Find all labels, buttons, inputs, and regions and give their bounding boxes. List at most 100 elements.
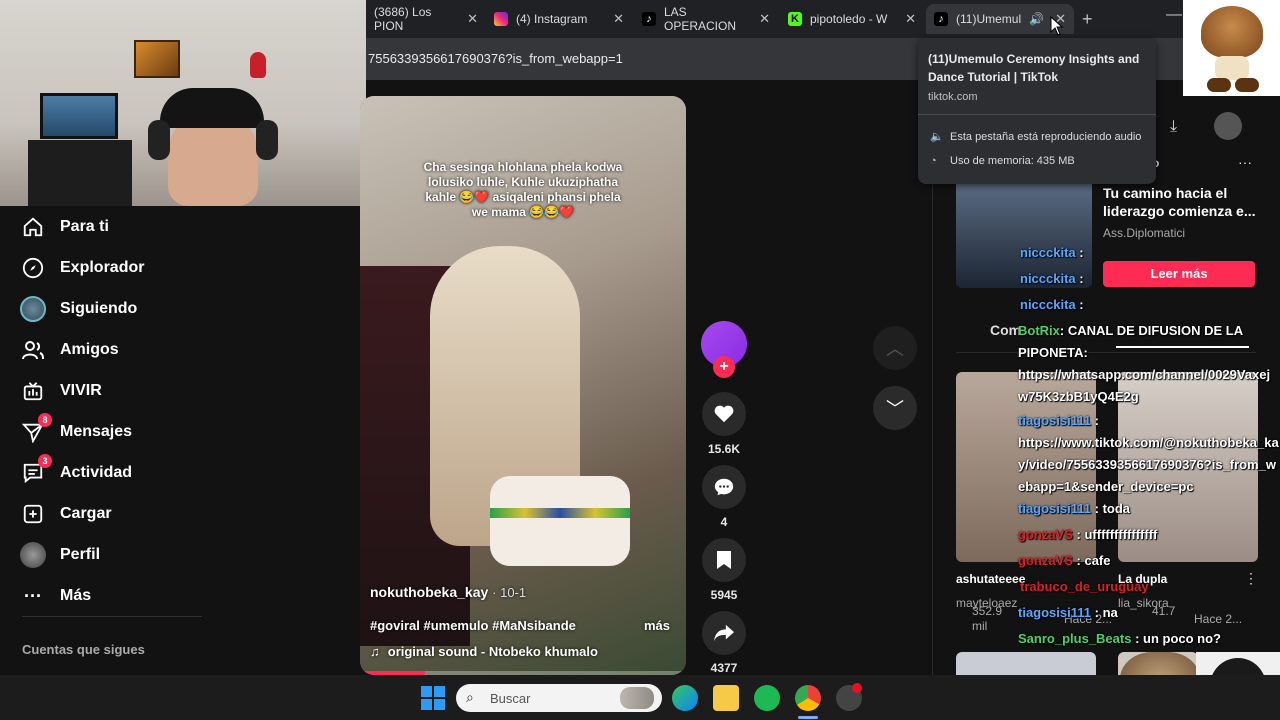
video-date: · 10-1 bbox=[492, 585, 527, 600]
tab-instagram[interactable]: (4) Instagram ✕ bbox=[486, 4, 632, 34]
sidebar-item-label: Actividad bbox=[60, 464, 133, 481]
likes-count: 15.6K bbox=[707, 442, 741, 456]
video-hashtags[interactable]: #goviral #umemulo #MaNsibande bbox=[370, 618, 576, 633]
more-options-icon[interactable]: ··· bbox=[1238, 154, 1252, 170]
save-button[interactable] bbox=[702, 538, 746, 582]
sidebar-item-para-ti[interactable]: Para ti bbox=[20, 214, 109, 240]
related-video-thumbnail[interactable] bbox=[956, 652, 1096, 675]
sidebar-item-siguiendo[interactable]: Siguiendo bbox=[20, 296, 137, 322]
taskbar: ⌕ Buscar bbox=[0, 675, 1280, 720]
spotify-icon[interactable] bbox=[754, 685, 780, 711]
sidebar-item-mas[interactable]: ··· Más bbox=[20, 583, 91, 609]
sidebar-item-vivir[interactable]: VIVIR bbox=[20, 378, 102, 404]
tv-screen bbox=[40, 93, 118, 139]
tab-comments[interactable]: Com bbox=[990, 322, 1021, 338]
tooltip-domain: tiktok.com bbox=[928, 91, 978, 103]
speaker-icon[interactable]: 🔊 bbox=[1029, 12, 1044, 26]
close-icon[interactable]: ✕ bbox=[613, 11, 624, 27]
friends-icon bbox=[20, 337, 46, 363]
edge-browser-icon[interactable] bbox=[672, 685, 698, 711]
chat-message: https://www.tiktok.com/@nokuthobeka_kay/… bbox=[1018, 432, 1280, 498]
read-more-button[interactable]: Leer más bbox=[1103, 261, 1255, 287]
tab-title: LAS OPERACION bbox=[664, 5, 737, 33]
sidebar-item-label: Explorador bbox=[60, 259, 145, 276]
chat-message: niccckita : bbox=[1020, 245, 1084, 260]
tab-hover-card: (11)Umemulo Ceremony Insights and Dance … bbox=[918, 38, 1156, 184]
chat-text: https://whatsapp.com/channel/0029Vaxejw7… bbox=[1018, 367, 1271, 404]
tab-kick[interactable]: K pipotoledo - W ✕ bbox=[780, 4, 924, 34]
comments-count: 4 bbox=[720, 515, 728, 529]
app-icon[interactable] bbox=[836, 683, 862, 711]
video-author[interactable]: nokuthobeka_kay · 10-1 bbox=[370, 584, 526, 600]
comment-icon bbox=[714, 478, 734, 496]
windows-start-icon[interactable] bbox=[420, 685, 446, 711]
sidebar-item-explorador[interactable]: Explorador bbox=[20, 255, 144, 281]
close-icon[interactable]: ✕ bbox=[759, 11, 770, 27]
sidebar-item-cargar[interactable]: Cargar bbox=[20, 501, 112, 527]
sidebar-item-mensajes[interactable]: 8 Mensajes bbox=[20, 413, 132, 445]
chat-username: niccckita bbox=[1020, 245, 1076, 260]
chat-username: niccckita bbox=[1020, 271, 1076, 286]
headphone-icon bbox=[148, 120, 170, 160]
next-video-button[interactable]: ﹀ bbox=[873, 386, 917, 430]
sidebar-item-amigos[interactable]: Amigos bbox=[20, 337, 119, 363]
share-arrow-icon bbox=[714, 624, 734, 642]
search-icon: ⌕ bbox=[466, 689, 474, 705]
chat-message: https://whatsapp.com/channel/0029Vaxejw7… bbox=[1018, 364, 1280, 408]
messages-icon: 8 bbox=[20, 413, 52, 445]
like-button[interactable] bbox=[702, 392, 746, 436]
mouse-cursor-icon bbox=[1050, 15, 1064, 41]
webcam-overlay bbox=[0, 0, 366, 206]
chat-text: : bbox=[1094, 413, 1099, 428]
download-icon[interactable]: ⤓ bbox=[1170, 118, 1177, 136]
chat-username: tiagosisi111 bbox=[1018, 501, 1091, 516]
close-icon[interactable]: ✕ bbox=[467, 11, 478, 27]
share-button[interactable] bbox=[702, 611, 746, 655]
sidebar-item-label: Siguiendo bbox=[60, 300, 138, 317]
comment-button[interactable] bbox=[702, 465, 746, 509]
file-explorer-icon[interactable] bbox=[713, 685, 739, 711]
sidebar-item-actividad[interactable]: 3 Actividad bbox=[20, 454, 133, 486]
related-video-date: Hace 2... bbox=[1194, 612, 1243, 626]
search-highlight-image bbox=[620, 687, 654, 709]
sidebar-item-perfil[interactable]: Perfil bbox=[20, 542, 100, 568]
video-skirt bbox=[490, 476, 630, 566]
goomba-head bbox=[1201, 6, 1263, 58]
previous-video-button[interactable]: ︿ bbox=[873, 326, 917, 370]
user-avatar[interactable] bbox=[1214, 112, 1242, 140]
goomba-foot bbox=[1235, 78, 1259, 92]
chat-text: : ufffffffffffffff bbox=[1076, 527, 1158, 542]
related-video-user[interactable]: ashutateeee bbox=[956, 572, 1025, 586]
sidebar: Para ti Explorador Siguiendo Amigos VIVI… bbox=[0, 206, 360, 675]
more-options-icon[interactable]: ⋮ bbox=[1244, 570, 1258, 587]
activity-icon: 3 bbox=[20, 454, 52, 486]
taskbar-search-box[interactable]: ⌕ Buscar bbox=[456, 684, 662, 712]
following-heading: Cuentas que sigues bbox=[22, 642, 145, 657]
ad-sponsor: Ass.Diplomatici bbox=[1103, 226, 1186, 240]
new-tab-button[interactable]: + bbox=[1082, 9, 1093, 30]
sidebar-item-label: Más bbox=[60, 587, 92, 604]
tab-title: (11)Umemul bbox=[956, 12, 1022, 26]
url-text[interactable]: 7556339356617690376?is_from_webapp=1 bbox=[368, 51, 623, 66]
sidebar-item-label: VIVIR bbox=[60, 382, 102, 399]
follow-plus-button[interactable]: + bbox=[713, 356, 735, 378]
more-link[interactable]: más bbox=[644, 618, 670, 633]
divider bbox=[22, 616, 202, 617]
close-icon[interactable]: ✕ bbox=[905, 11, 916, 27]
chat-username: gonzaVS bbox=[1018, 553, 1073, 568]
author-name[interactable]: nokuthobeka_kay bbox=[370, 584, 488, 600]
chat-message: niccckita : bbox=[1020, 271, 1084, 286]
chat-text: : cafe bbox=[1076, 553, 1111, 568]
video-beadwork bbox=[490, 508, 630, 518]
more-icon: ··· bbox=[24, 585, 42, 606]
tab-tiktok-operaciones[interactable]: ♪ LAS OPERACION ✕ bbox=[634, 4, 778, 34]
ad-title[interactable]: Tu camino hacia el liderazgo comienza e.… bbox=[1103, 184, 1258, 220]
chrome-icon[interactable] bbox=[795, 685, 821, 711]
minimize-button[interactable]: — bbox=[1166, 6, 1182, 24]
video-sound[interactable]: ♫ original sound - Ntobeko khumalo bbox=[370, 644, 598, 659]
bookmark-icon bbox=[717, 551, 731, 569]
tab-youtube[interactable]: (3686) Los PION ✕ bbox=[366, 4, 486, 34]
chat-text: https://www.tiktok.com/@nokuthobeka_kay/… bbox=[1018, 435, 1279, 494]
video-player[interactable]: Cha sesinga hlohlana phela kodwa lolusik… bbox=[360, 96, 686, 675]
chat-message: trabuco_de_uruguay bbox=[1020, 576, 1149, 598]
